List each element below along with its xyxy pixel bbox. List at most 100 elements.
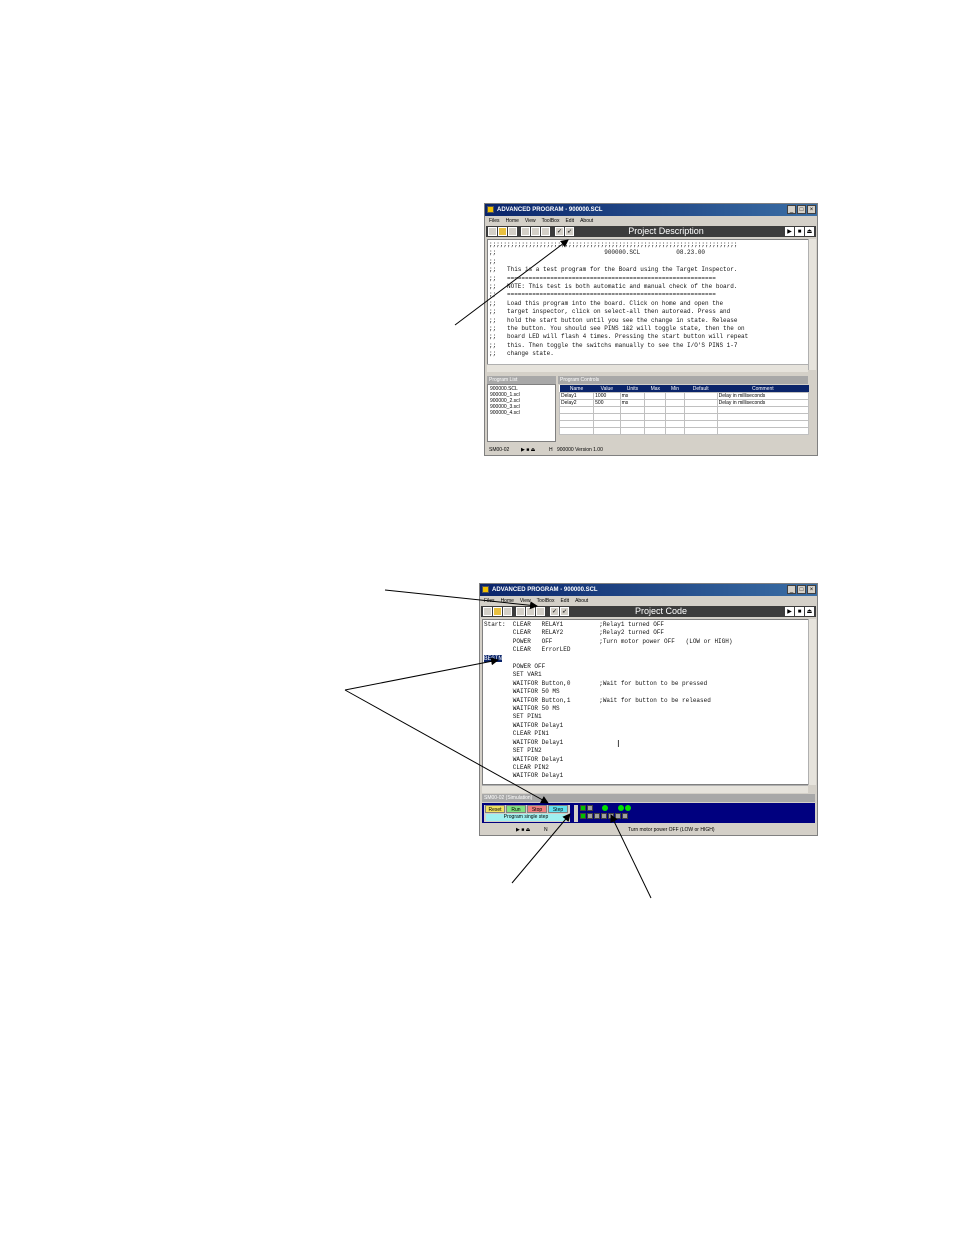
io-square bbox=[601, 813, 607, 819]
cell-units[interactable]: ms bbox=[619, 392, 646, 400]
table-row[interactable]: Delay1 1000 ms Delay in milliseconds bbox=[558, 392, 810, 400]
stop-icon[interactable]: ■ bbox=[795, 227, 804, 236]
window-title: ADVANCED PROGRAM - 900000.SCL bbox=[497, 207, 603, 213]
menu-view[interactable]: View bbox=[525, 216, 536, 226]
io-square bbox=[587, 805, 593, 811]
download-icon[interactable] bbox=[521, 227, 530, 236]
send-icon[interactable]: ➶ bbox=[560, 607, 569, 616]
led-indicator bbox=[618, 805, 624, 811]
menu-about[interactable]: About bbox=[580, 216, 593, 226]
advanced-program-window-description: ADVANCED PROGRAM - 900000.SCL _ □ × File… bbox=[484, 203, 818, 456]
menu-files[interactable]: Files bbox=[484, 596, 495, 606]
send-icon[interactable]: ➶ bbox=[565, 227, 574, 236]
cell-min[interactable] bbox=[665, 399, 685, 407]
check-icon[interactable]: ✓ bbox=[550, 607, 559, 616]
menu-home[interactable]: Home bbox=[506, 216, 519, 226]
close-button[interactable]: × bbox=[807, 205, 816, 214]
open-folder-icon[interactable] bbox=[498, 227, 507, 236]
check-icon[interactable]: ✓ bbox=[555, 227, 564, 236]
play-icon[interactable]: ▶ bbox=[785, 607, 794, 616]
table-row[interactable] bbox=[558, 406, 810, 414]
minimize-button[interactable]: _ bbox=[787, 205, 796, 214]
cell-value[interactable]: 1000 bbox=[593, 392, 621, 400]
table-row[interactable] bbox=[558, 420, 810, 428]
window-titlebar[interactable]: ADVANCED PROGRAM - 900000.SCL _ □ × bbox=[485, 204, 817, 216]
cell-max[interactable] bbox=[644, 392, 667, 400]
arrow-begin bbox=[344, 657, 499, 691]
menu-toolbox[interactable]: ToolBox bbox=[537, 596, 555, 606]
io-square bbox=[587, 813, 593, 819]
editor-vertical-scrollbar[interactable] bbox=[808, 239, 816, 370]
io-square bbox=[608, 813, 614, 819]
menu-edit[interactable]: Edit bbox=[560, 596, 569, 606]
menu-home[interactable]: Home bbox=[501, 596, 514, 606]
table-row[interactable]: Delay2 500 ms Delay in milliseconds bbox=[558, 399, 810, 407]
window-titlebar[interactable]: ADVANCED PROGRAM - 900000.SCL _ □ × bbox=[480, 584, 817, 596]
run-button[interactable]: Run bbox=[506, 805, 526, 813]
status-bar: SM00-02 ▶ ■ ⏏ H 900000 Version 1.00 bbox=[487, 445, 817, 455]
led-indicator bbox=[602, 805, 608, 811]
save-icon[interactable] bbox=[508, 227, 517, 236]
text-cursor-icon: I bbox=[617, 739, 620, 750]
app-icon bbox=[487, 206, 494, 213]
sim-separator bbox=[574, 805, 578, 822]
menu-toolbox[interactable]: ToolBox bbox=[542, 216, 560, 226]
cell-default[interactable] bbox=[683, 392, 718, 400]
menu-files[interactable]: Files bbox=[489, 216, 500, 226]
editor-horizontal-scrollbar[interactable] bbox=[482, 785, 808, 793]
status-play-icon[interactable]: ▶ ■ ⏏ bbox=[521, 445, 535, 455]
close-button[interactable]: × bbox=[807, 585, 816, 594]
cell-name[interactable]: Delay1 bbox=[558, 392, 595, 400]
code-editor[interactable]: Start: CLEAR RELAY1 ;Relay1 turned OFF C… bbox=[482, 619, 809, 785]
program-list-header: Program List bbox=[487, 376, 556, 384]
table-row[interactable] bbox=[558, 413, 810, 421]
cell-units[interactable]: ms bbox=[619, 399, 646, 407]
code-editor[interactable]: ;;;;;;;;;;;;;;;;;;;;;;;;;;;;;;;;;;;;;;;;… bbox=[487, 239, 809, 370]
menu-view[interactable]: View bbox=[520, 596, 531, 606]
step-button[interactable]: Step bbox=[548, 805, 568, 813]
program-controls-header: Program Controls bbox=[558, 376, 808, 384]
download-icon[interactable] bbox=[516, 607, 525, 616]
new-file-icon[interactable] bbox=[488, 227, 497, 236]
upload-icon[interactable] bbox=[526, 607, 535, 616]
eject-icon[interactable]: ⏏ bbox=[805, 227, 814, 236]
column-value: Value bbox=[593, 385, 621, 393]
cell-name[interactable]: Delay2 bbox=[558, 399, 595, 407]
editor-horizontal-scrollbar[interactable] bbox=[487, 364, 808, 372]
column-max: Max bbox=[644, 385, 666, 393]
menu-about[interactable]: About bbox=[575, 596, 588, 606]
play-icon[interactable]: ▶ bbox=[785, 227, 794, 236]
table-row[interactable] bbox=[558, 427, 810, 435]
stop-icon[interactable]: ■ bbox=[795, 607, 804, 616]
open-folder-icon[interactable] bbox=[493, 607, 502, 616]
upload-icon[interactable] bbox=[531, 227, 540, 236]
advanced-program-window-code: ADVANCED PROGRAM - 900000.SCL _ □ × File… bbox=[479, 583, 818, 836]
cell-default[interactable] bbox=[683, 399, 718, 407]
inspector-icon[interactable] bbox=[541, 227, 550, 236]
save-icon[interactable] bbox=[503, 607, 512, 616]
led-indicator bbox=[625, 805, 631, 811]
cell-comment[interactable]: Delay in milliseconds bbox=[716, 392, 810, 400]
reset-button[interactable]: Reset bbox=[485, 805, 505, 813]
io-square bbox=[615, 813, 621, 819]
eject-icon[interactable]: ⏏ bbox=[805, 607, 814, 616]
menu-edit[interactable]: Edit bbox=[565, 216, 574, 226]
maximize-button[interactable]: □ bbox=[797, 205, 806, 214]
editor-vertical-scrollbar[interactable] bbox=[808, 619, 816, 785]
cell-comment[interactable]: Delay in milliseconds bbox=[716, 399, 810, 407]
menu-bar: Files Home View ToolBox Edit About bbox=[480, 596, 817, 606]
cell-max[interactable] bbox=[644, 399, 667, 407]
program-list: 900000.SCL 900000_1.scl 900000_2.scl 900… bbox=[487, 384, 556, 442]
new-file-icon[interactable] bbox=[483, 607, 492, 616]
stop-button[interactable]: Stop bbox=[527, 805, 547, 813]
list-item[interactable]: 900000_4.scl bbox=[490, 410, 553, 416]
status-play-icon[interactable]: ▶ ■ ⏏ bbox=[516, 825, 530, 835]
maximize-button[interactable]: □ bbox=[797, 585, 806, 594]
simulation-panel: Reset Run Stop Step Program single step bbox=[482, 803, 815, 823]
io-indicators bbox=[580, 805, 640, 822]
toolbar-title: Project Description bbox=[628, 226, 704, 236]
inspector-icon[interactable] bbox=[536, 607, 545, 616]
cell-value[interactable]: 500 bbox=[593, 399, 621, 407]
cell-min[interactable] bbox=[665, 392, 685, 400]
minimize-button[interactable]: _ bbox=[787, 585, 796, 594]
